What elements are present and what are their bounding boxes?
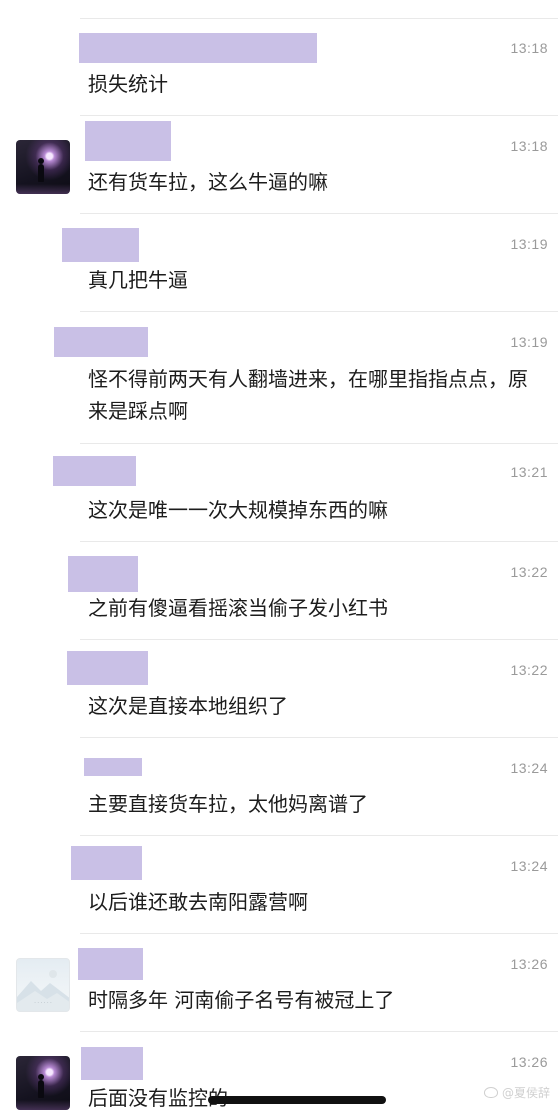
redacted-sender-name	[81, 1047, 143, 1080]
redacted-sender-name	[78, 948, 143, 980]
avatar[interactable]: · · · · · ·	[16, 958, 70, 1012]
chat-message[interactable]: 13:19 真几把牛逼	[0, 214, 558, 312]
avatar-figure-body	[38, 1080, 44, 1098]
message-text: 真几把牛逼	[88, 268, 188, 292]
message-timestamp: 13:26	[510, 956, 548, 972]
message-timestamp: 13:22	[510, 564, 548, 580]
message-timestamp: 13:21	[510, 464, 548, 480]
redacted-sender-name	[53, 456, 136, 486]
chat-message[interactable]: 13:24 主要直接货车拉，太他妈离谱了	[0, 738, 558, 836]
message-text: 损失统计	[88, 72, 168, 96]
message-timestamp: 13:22	[510, 662, 548, 678]
redacted-sender-name	[85, 121, 171, 161]
chat-message[interactable]: 13:21 这次是唯一一次大规模掉东西的嘛	[0, 444, 558, 542]
message-timestamp: 13:18	[510, 138, 548, 154]
watermark-text: @夏侯辞	[501, 1085, 550, 1100]
redacted-sender-name	[84, 758, 142, 776]
weibo-icon	[483, 1086, 498, 1098]
message-text: 之前有傻逼看摇滚当偷子发小红书	[88, 596, 388, 620]
message-timestamp: 13:26	[510, 1054, 548, 1070]
message-timestamp: 13:19	[510, 236, 548, 252]
message-text: 这次是唯一一次大规模掉东西的嘛	[88, 498, 388, 522]
avatar-figure-body	[38, 164, 44, 182]
avatar-ground-glow	[16, 184, 70, 194]
chat-message[interactable]: · · · · · · 13:26 时隔多年 河南偷子名号有被冠上了	[0, 934, 558, 1032]
avatar[interactable]	[16, 1056, 70, 1110]
message-timestamp: 13:24	[510, 760, 548, 776]
home-indicator-bar[interactable]	[208, 1096, 386, 1104]
redacted-sender-name	[79, 33, 317, 63]
message-text: 以后谁还敢去南阳露营啊	[88, 890, 308, 914]
chat-message[interactable]: 13:22 这次是直接本地组织了	[0, 640, 558, 738]
message-text: 主要直接货车拉，太他妈离谱了	[88, 792, 368, 816]
message-timestamp: 13:19	[510, 334, 548, 350]
message-timestamp: 13:24	[510, 858, 548, 874]
message-text: 还有货车拉，这么牛逼的嘛	[88, 170, 328, 194]
message-text: 这次是直接本地组织了	[88, 694, 288, 718]
message-text: 时隔多年 河南偷子名号有被冠上了	[88, 988, 395, 1012]
chat-message[interactable]: 13:18 还有货车拉，这么牛逼的嘛	[0, 116, 558, 214]
chat-message[interactable]: 13:22 之前有傻逼看摇滚当偷子发小红书	[0, 542, 558, 640]
chat-message[interactable]: 13:18 损失统计	[0, 18, 558, 116]
redacted-sender-name	[68, 556, 138, 592]
redacted-sender-name	[54, 327, 148, 357]
redacted-sender-name	[71, 846, 142, 880]
chat-message[interactable]: 13:19 怪不得前两天有人翻墙进来，在哪里指指点点，原来是踩点啊	[0, 312, 558, 444]
avatar[interactable]	[16, 140, 70, 194]
weibo-watermark: @夏侯辞	[483, 1082, 550, 1102]
previous-message-edge	[80, 0, 558, 19]
chat-message[interactable]: 13:24 以后谁还敢去南阳露营啊	[0, 836, 558, 934]
redacted-sender-name	[67, 651, 148, 685]
message-timestamp: 13:18	[510, 40, 548, 56]
avatar-caption: · · · · · ·	[34, 1000, 52, 1006]
redacted-sender-name	[62, 228, 139, 262]
message-text: 怪不得前两天有人翻墙进来，在哪里指指点点，原来是踩点啊	[88, 367, 528, 423]
